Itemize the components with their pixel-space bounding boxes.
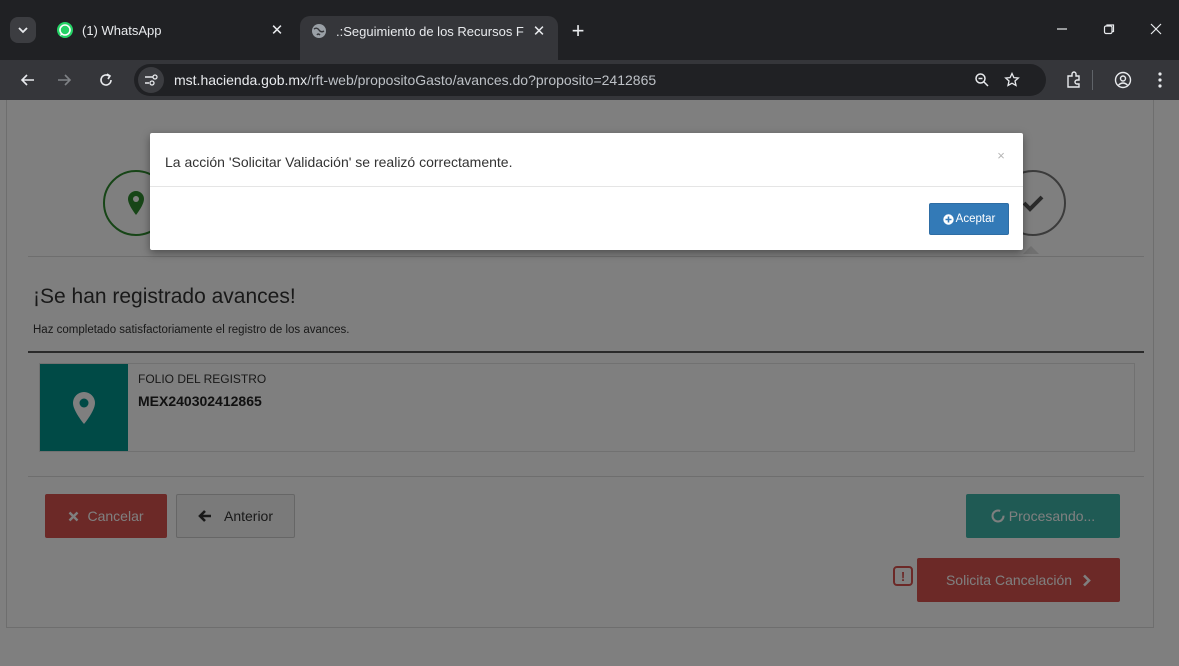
toolbar-separator [1092,70,1093,90]
accept-button[interactable]: Aceptar [929,203,1009,235]
new-tab-button[interactable]: + [566,18,590,43]
restore-icon[interactable] [1086,14,1132,44]
tab-title: (1) WhatsApp [82,22,162,38]
modal-message: La acción 'Solicitar Validación' se real… [165,154,513,170]
chevron-down-icon [18,27,28,34]
kebab-menu-icon[interactable] [1146,66,1174,94]
url-host: mst.hacienda.gob.mx [174,72,308,88]
bookmark-star-icon[interactable] [1002,70,1022,90]
url-text: mst.hacienda.gob.mx/rft-web/propositoGas… [174,72,656,88]
zoom-icon[interactable] [972,70,992,90]
page-viewport: ¡Se han registrado avances! Haz completa… [0,100,1179,666]
url-path: /rft-web/propositoGasto/avances.do?propo… [307,72,657,88]
address-bar[interactable]: mst.hacienda.gob.mx/rft-web/propositoGas… [134,64,1046,96]
extensions-icon[interactable] [1060,66,1088,94]
plus-circle-icon [942,213,954,225]
minimize-icon[interactable] [1039,14,1085,44]
globe-icon [310,22,328,40]
window-close-icon[interactable] [1133,14,1179,44]
modal-header: La acción 'Solicitar Validación' se real… [150,133,1023,187]
tab-search-button[interactable] [10,17,36,43]
site-info-icon[interactable] [138,67,164,93]
tab-title: .:Seguimiento de los Recursos F [336,23,524,39]
tab-seguimiento[interactable]: .:Seguimiento de los Recursos F ✕ [300,16,558,60]
close-icon[interactable]: ✕ [266,19,288,41]
forward-arrow-icon[interactable] [50,66,78,94]
close-icon[interactable]: ✕ [528,20,550,42]
accept-label: Aceptar [955,213,996,225]
profile-icon[interactable] [1109,66,1137,94]
browser-tab-bar: (1) WhatsApp ✕ .:Seguimiento de los Recu… [0,0,1179,60]
whatsapp-icon [56,21,74,39]
browser-toolbar: mst.hacienda.gob.mx/rft-web/propositoGas… [0,60,1179,100]
back-arrow-icon[interactable] [14,66,42,94]
reload-icon[interactable] [92,66,120,94]
close-icon[interactable]: × [993,147,1009,163]
confirmation-modal: La acción 'Solicitar Validación' se real… [150,133,1023,250]
tab-whatsapp[interactable]: (1) WhatsApp ✕ [46,16,296,44]
